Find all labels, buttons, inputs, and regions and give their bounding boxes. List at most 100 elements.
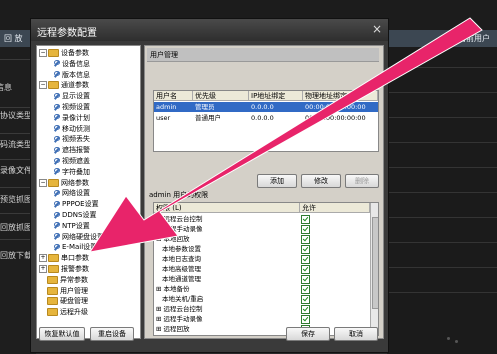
permission-row[interactable]: 本地高级管理 — [154, 264, 370, 274]
permission-checkbox[interactable] — [301, 275, 310, 284]
permission-row[interactable]: ⊟ 远程云台控制 — [154, 214, 370, 224]
delete-user-button[interactable]: 删除 — [345, 174, 379, 188]
permission-checkbox[interactable] — [301, 265, 310, 274]
permission-checkbox[interactable] — [301, 255, 310, 264]
user-management-panel: 用户管理 用户名 优先级 IP地址绑定 物理地址绑定 admin 管理员 0.0… — [144, 45, 384, 339]
user-table-header[interactable]: 用户名 — [154, 91, 193, 101]
tree-item[interactable]: − 网络参数 — [39, 178, 89, 188]
permission-name: 本地日志查询 — [162, 255, 201, 263]
expand-icon[interactable]: + — [39, 265, 47, 273]
tree-item[interactable]: 移动侦测 — [53, 125, 90, 134]
tree-item-label: 视频丢失 — [62, 135, 90, 144]
dialog-titlebar[interactable]: 远程参数配置 × — [31, 19, 388, 41]
app-right-panel — [387, 47, 497, 354]
tree-item-label: 录像计划 — [62, 113, 90, 122]
collapse-icon[interactable]: − — [39, 178, 47, 187]
permission-checkbox[interactable] — [301, 225, 310, 234]
tree-item[interactable]: 字符叠加 — [53, 168, 90, 177]
permission-row[interactable]: ⊞ 本地备份 — [154, 284, 370, 294]
permission-row[interactable]: 本地关机/重启 — [154, 294, 370, 304]
permission-row[interactable]: 本地日志查询 — [154, 254, 370, 264]
tree-item[interactable]: DDNS设置 — [53, 211, 96, 220]
tree-item-label: 串口参数 — [61, 254, 89, 263]
tree-item[interactable]: 遮挡报警 — [53, 146, 90, 155]
permission-row[interactable]: ⊞ 远程手动录像 — [154, 314, 370, 324]
close-icon[interactable]: × — [372, 22, 382, 36]
restart-device-button[interactable]: 重启设备 — [90, 327, 134, 341]
tree-item[interactable]: E-Mail设置 — [53, 243, 97, 252]
tree-item-label: 设备参数 — [61, 49, 89, 57]
save-button[interactable]: 保存 — [286, 327, 330, 341]
modify-user-button[interactable]: 修改 — [301, 174, 341, 188]
table-row[interactable]: user 普通用户 0.0.0.0 00:00:00:00:00:00 — [154, 113, 378, 123]
permission-checkbox[interactable] — [301, 245, 310, 254]
wrench-icon — [53, 92, 60, 100]
tree-item[interactable]: − 设备参数 — [39, 49, 89, 58]
permission-row[interactable]: ⊟ 本地回放 — [154, 234, 370, 244]
collapse-icon[interactable]: − — [39, 49, 47, 57]
tree-item-label: 远程升级 — [60, 308, 88, 317]
permission-checkbox[interactable] — [301, 285, 310, 294]
permission-name: 本地参数设置 — [162, 245, 201, 253]
permission-name: ⊞ 远程手动录像 — [156, 315, 203, 323]
permission-name: 本地关机/重启 — [162, 295, 204, 303]
tree-item-label: 硬盘管理 — [60, 297, 88, 306]
sidebar-item-info[interactable]: 信息 — [0, 82, 32, 93]
user-table-header[interactable]: IP地址绑定 — [249, 91, 303, 101]
tree-item[interactable]: 远程升级 — [47, 308, 88, 317]
permission-scrollbar[interactable] — [370, 203, 378, 335]
user-table: 用户名 优先级 IP地址绑定 物理地址绑定 admin 管理员 0.0.0.0 … — [153, 90, 379, 152]
tree-item-label: 报警参数 — [61, 265, 89, 273]
tree-item[interactable]: 视频遮盖 — [53, 157, 90, 166]
tree-item[interactable]: 异常参数 — [47, 275, 88, 285]
config-tree: − 设备参数设备信息版本信息 − 通道参数显示设置视频设置 录像计划移动侦测 视频丢失遮挡… — [36, 45, 141, 339]
tree-item[interactable]: NTP设置 — [53, 222, 90, 231]
permission-checkbox[interactable] — [301, 215, 310, 224]
tree-item[interactable]: + 报警参数 — [39, 265, 89, 274]
add-user-button[interactable]: 添加 — [257, 174, 297, 188]
restore-defaults-button[interactable]: 恢复默认值 — [39, 327, 85, 341]
tree-item[interactable]: 视频丢失 — [53, 135, 90, 144]
tree-item[interactable]: 用户管理 — [47, 286, 88, 296]
expand-icon[interactable]: + — [39, 254, 47, 263]
tree-item[interactable]: 显示设置 — [53, 92, 90, 101]
permission-row[interactable]: ⊟ 远程手动录像 — [154, 224, 370, 234]
collapse-icon[interactable]: − — [39, 81, 47, 90]
permission-checkbox[interactable] — [301, 315, 310, 324]
wrench-icon — [53, 157, 60, 165]
allow-header[interactable]: 允许 — [300, 203, 370, 213]
permission-header[interactable]: 权限 (L) — [154, 203, 300, 213]
table-row[interactable]: admin 管理员 0.0.0.0 00:00:00:00:00:00 — [154, 102, 378, 112]
app-menu-playback[interactable]: 回 放 — [4, 33, 23, 44]
wrench-icon — [53, 146, 60, 154]
tree-item[interactable]: 硬盘管理 — [47, 297, 88, 306]
wrench-icon — [53, 211, 60, 219]
permission-name: ⊟ 远程手动录像 — [156, 225, 203, 233]
user-table-header[interactable]: 物理地址绑定 — [303, 91, 378, 101]
permission-checkbox[interactable] — [301, 305, 310, 314]
permission-checkbox[interactable] — [301, 295, 310, 304]
wrench-icon — [53, 168, 60, 175]
permission-checkbox[interactable] — [301, 235, 310, 244]
tree-item[interactable]: 版本信息 — [53, 71, 90, 80]
tree-item[interactable]: 设备信息 — [53, 60, 90, 69]
folder-icon — [48, 49, 59, 57]
remote-config-dialog: 远程参数配置 × − 设备参数设备信息版本信息 − 通道参数显示设置视频设置 录像计划移… — [30, 18, 389, 353]
tree-item-label: E-Mail设置 — [62, 243, 98, 252]
tree-item[interactable]: PPPOE设置 — [53, 200, 99, 209]
wrench-icon — [53, 243, 60, 251]
permission-row[interactable]: 本地参数设置 — [154, 244, 370, 254]
tree-item[interactable]: − 通道参数 — [39, 81, 89, 90]
cancel-button[interactable]: 取消 — [334, 327, 378, 341]
tree-item[interactable]: 录像计划 — [53, 114, 90, 123]
user-table-header[interactable]: 优先级 — [193, 91, 249, 101]
permission-row[interactable]: 本地通道管理 — [154, 274, 370, 284]
wrench-icon — [53, 60, 60, 67]
wrench-icon — [53, 103, 60, 111]
scrollbar-thumb[interactable] — [372, 217, 378, 309]
permission-row[interactable]: ⊞ 远程云台控制 — [154, 304, 370, 314]
tree-item[interactable]: 网络硬盘设置 — [53, 233, 104, 242]
tree-item[interactable]: 网络设置 — [53, 189, 90, 198]
tree-item[interactable]: + 串口参数 — [39, 254, 89, 263]
tree-item[interactable]: 视频设置 — [53, 103, 90, 112]
